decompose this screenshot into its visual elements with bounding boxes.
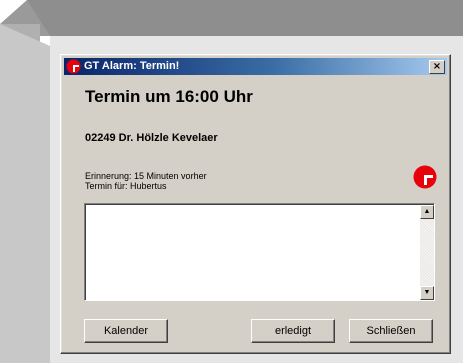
scroll-down-icon[interactable]: ▼ — [420, 286, 434, 300]
close-icon[interactable]: × — [429, 60, 445, 74]
reminder-text: Erinnerung: 15 Minuten vorher — [85, 171, 207, 181]
close-button[interactable]: Schließen — [349, 319, 433, 343]
calendar-button[interactable]: Kalender — [84, 319, 168, 343]
notes-textarea[interactable]: ▲ ▼ — [84, 203, 435, 301]
window-title: GT Alarm: Termin! — [84, 60, 180, 72]
appointment-address: 02249 Dr. Hölzle Kevelaer — [85, 132, 218, 144]
appointment-heading: Termin um 16:00 Uhr — [85, 87, 253, 106]
done-button[interactable]: erledigt — [251, 319, 335, 343]
alarm-dialog: GT Alarm: Termin! × Termin um 16:00 Uhr … — [60, 54, 451, 354]
appointment-for-text: Termin für: Hubertus — [85, 181, 167, 191]
gt-logo-icon — [66, 59, 81, 74]
title-bar[interactable]: GT Alarm: Termin! × — [64, 58, 447, 75]
scroll-up-icon[interactable]: ▲ — [420, 205, 434, 219]
vertical-scrollbar[interactable]: ▲ ▼ — [420, 205, 434, 300]
gt-logo-icon — [413, 165, 437, 189]
